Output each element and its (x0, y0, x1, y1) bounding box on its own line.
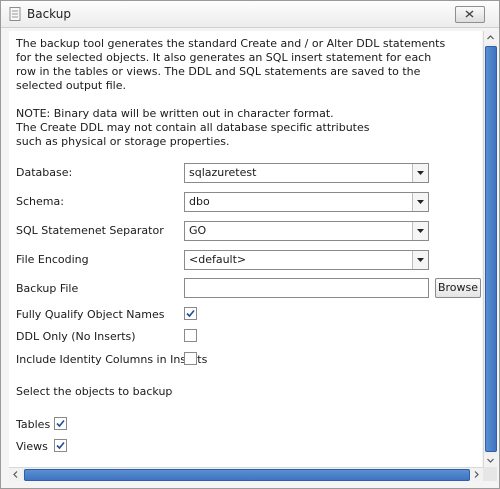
identity-columns-checkbox[interactable] (184, 352, 197, 365)
vertical-scroll-thumb[interactable] (485, 46, 497, 452)
encoding-select[interactable]: <default> (184, 250, 429, 270)
encoding-value: <default> (189, 253, 247, 266)
checkmark-icon (56, 419, 65, 428)
chevron-right-icon (474, 471, 479, 478)
separator-value: GO (189, 224, 207, 237)
horizontal-scroll-thumb[interactable] (24, 469, 470, 481)
checkmark-icon (56, 441, 65, 450)
note-line: The Create DDL may not contain all datab… (16, 121, 370, 134)
dialog-content: The backup tool generates the standard C… (9, 31, 482, 467)
description-line: selected output file. (16, 79, 126, 92)
backup-file-input[interactable] (184, 278, 429, 298)
dropdown-button[interactable] (412, 251, 428, 269)
note-line: NOTE: Binary data will be written out in… (16, 107, 334, 120)
scroll-up-button[interactable] (484, 31, 497, 44)
window-title: Backup (27, 7, 71, 21)
dropdown-button[interactable] (412, 193, 428, 211)
scroll-down-button[interactable] (484, 454, 497, 467)
scroll-left-button[interactable] (9, 468, 22, 481)
dropdown-button[interactable] (412, 164, 428, 182)
chevron-up-icon (487, 35, 494, 40)
chevron-down-icon (417, 171, 424, 175)
encoding-label: File Encoding (16, 253, 89, 266)
close-icon (465, 10, 474, 18)
views-label: Views (16, 440, 48, 453)
tables-checkbox[interactable] (54, 417, 67, 430)
chevron-down-icon (417, 229, 424, 233)
title-bar: Backup (1, 1, 499, 28)
schema-select[interactable]: dbo (184, 192, 429, 212)
description-line: row in the tables or views. The DDL and … (16, 65, 421, 78)
vertical-scrollbar[interactable] (483, 31, 497, 467)
identity-columns-label: Include Identity Columns in Inserts (16, 353, 208, 366)
note-line: such as physical or storage properties. (16, 135, 230, 148)
views-checkbox[interactable] (54, 439, 67, 452)
chevron-down-icon (487, 458, 494, 463)
close-button[interactable] (455, 6, 485, 23)
backup-dialog: Backup The backup tool generates the sta… (0, 0, 500, 489)
scroll-right-button[interactable] (470, 468, 483, 481)
description-line: for the selected objects. It also genera… (16, 51, 432, 64)
document-icon (9, 7, 21, 21)
chevron-down-icon (417, 258, 424, 262)
horizontal-scrollbar[interactable] (9, 467, 483, 481)
browse-button[interactable]: Browse (435, 278, 481, 298)
separator-label: SQL Statemenet Separator (16, 224, 164, 237)
fully-qualify-label: Fully Qualify Object Names (16, 308, 165, 321)
objects-heading: Select the objects to backup (16, 385, 173, 398)
database-label: Database: (16, 166, 73, 179)
description: The backup tool generates the standard C… (16, 37, 476, 149)
checkmark-icon (186, 309, 195, 318)
tables-label: Tables (16, 418, 51, 431)
fully-qualify-checkbox[interactable] (184, 307, 197, 320)
separator-select[interactable]: GO (184, 221, 429, 241)
scroll-corner (483, 467, 497, 481)
backup-file-label: Backup File (16, 282, 79, 295)
database-value: sqlazuretest (189, 166, 257, 179)
dropdown-button[interactable] (412, 222, 428, 240)
database-select[interactable]: sqlazuretest (184, 163, 429, 183)
chevron-left-icon (13, 471, 18, 478)
ddl-only-checkbox[interactable] (184, 329, 197, 342)
schema-value: dbo (189, 195, 210, 208)
chevron-down-icon (417, 200, 424, 204)
ddl-only-label: DDL Only (No Inserts) (16, 330, 136, 343)
schema-label: Schema: (16, 195, 64, 208)
description-line: The backup tool generates the standard C… (16, 37, 446, 50)
